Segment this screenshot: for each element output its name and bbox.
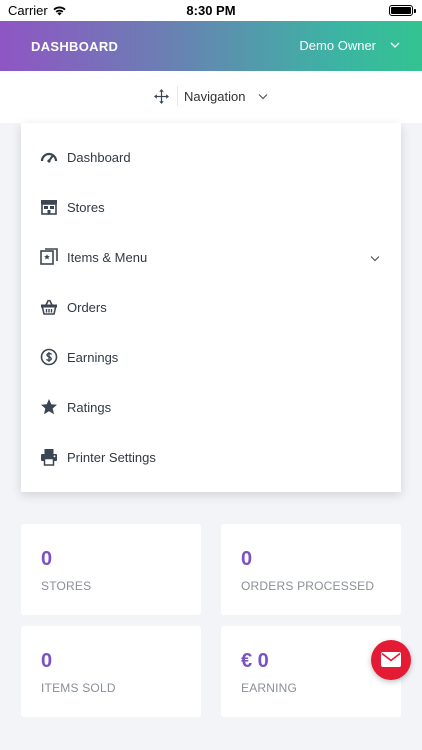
menu-item-label: Stores xyxy=(67,200,105,215)
user-menu-button[interactable]: Demo Owner xyxy=(299,38,376,53)
menu-item-ratings[interactable]: Ratings xyxy=(21,383,401,433)
chevron-down-icon xyxy=(258,94,268,100)
navigation-label: Navigation xyxy=(184,89,246,104)
menu-item-label: Orders xyxy=(67,300,107,315)
menu-item-label: Dashboard xyxy=(67,150,131,165)
contact-fab-button[interactable] xyxy=(371,640,411,680)
menu-item-items-menu[interactable]: Items & Menu xyxy=(21,233,401,283)
chevron-down-icon[interactable] xyxy=(370,255,380,262)
dollar-circle-icon xyxy=(40,348,58,366)
stat-label: EARNING xyxy=(241,681,298,695)
navigation-toggle[interactable]: Navigation xyxy=(0,71,422,123)
status-bar: Carrier 8:30 PM xyxy=(0,0,422,21)
printer-icon xyxy=(41,449,57,466)
gauge-icon xyxy=(40,152,58,163)
stat-label: ITEMS SOLD xyxy=(41,681,116,695)
menu-item-orders[interactable]: Orders xyxy=(21,283,401,333)
stat-card-stores: 0 STORES xyxy=(21,524,201,615)
stat-value: 0 xyxy=(241,548,253,570)
menu-item-earnings[interactable]: Earnings xyxy=(21,333,401,383)
menu-item-label: Items & Menu xyxy=(67,250,148,265)
menu-item-label: Printer Settings xyxy=(67,450,156,465)
battery-icon xyxy=(389,5,416,16)
stat-card-items-sold: 0 ITEMS SOLD xyxy=(21,626,201,717)
stat-label: STORES xyxy=(41,579,92,593)
envelope-icon xyxy=(381,652,401,667)
stat-label: ORDERS PROCESSED xyxy=(241,579,375,593)
clock: 8:30 PM xyxy=(186,3,236,18)
basket-icon xyxy=(41,299,57,315)
stat-value: 0 xyxy=(41,650,53,672)
stat-card-orders: 0 ORDERS PROCESSED xyxy=(221,524,401,615)
menu-item-label: Earnings xyxy=(67,350,119,365)
menu-item-stores[interactable]: Stores xyxy=(21,183,401,233)
navigation-menu: Dashboard Stores Items & Menu Orders Ear… xyxy=(21,123,401,492)
menu-item-label: Ratings xyxy=(67,400,112,415)
stat-value: 0 xyxy=(41,548,53,570)
page-title: DASHBOARD xyxy=(31,39,119,54)
star-icon xyxy=(41,399,57,415)
menu-item-dashboard[interactable]: Dashboard xyxy=(21,133,401,183)
compass-arrows-icon xyxy=(154,89,169,104)
menu-item-printer-settings[interactable]: Printer Settings xyxy=(21,433,401,483)
chevron-down-icon[interactable] xyxy=(390,41,400,49)
stat-value: € 0 xyxy=(241,650,269,672)
menu-book-icon xyxy=(40,248,58,265)
divider xyxy=(177,86,178,106)
store-icon xyxy=(41,200,57,215)
app-header: DASHBOARD Demo Owner xyxy=(0,21,422,71)
